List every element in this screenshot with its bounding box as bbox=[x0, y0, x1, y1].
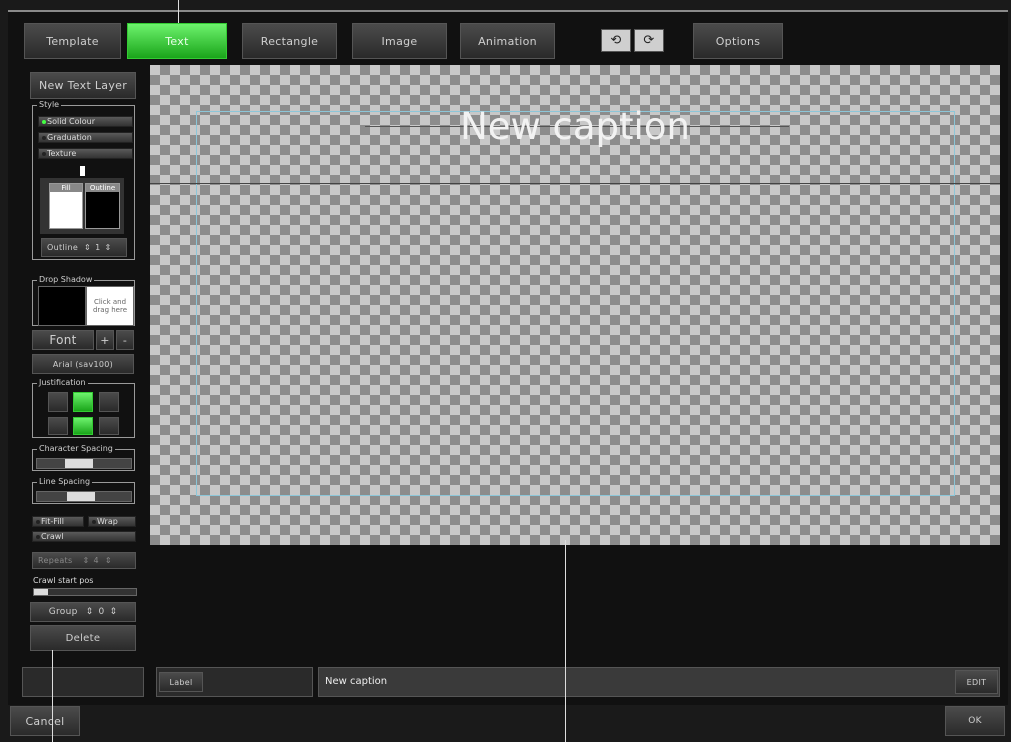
group-stepper[interactable]: Group ⇕ 0 ⇕ bbox=[30, 602, 136, 622]
ok-button[interactable]: OK bbox=[945, 706, 1005, 736]
tab-template[interactable]: Template bbox=[24, 23, 121, 59]
layer-name-field[interactable] bbox=[22, 667, 144, 697]
outline-value: 1 bbox=[95, 243, 101, 252]
radio-off-icon bbox=[42, 152, 46, 156]
fit-fill-toggle[interactable]: Fit-Fill bbox=[32, 516, 84, 527]
label-field[interactable]: Label bbox=[156, 667, 313, 697]
repeats-label: Repeats bbox=[38, 556, 73, 565]
slider-thumb[interactable] bbox=[65, 459, 93, 468]
font-name-display[interactable]: Arial (sav100) bbox=[32, 354, 134, 374]
tab-text[interactable]: Text bbox=[127, 23, 227, 59]
callout-leader-line bbox=[565, 540, 566, 742]
new-text-layer-button[interactable]: New Text Layer bbox=[30, 72, 136, 99]
crawl-start-pos-label: Crawl start pos bbox=[33, 576, 94, 585]
font-size-decrease-button[interactable]: - bbox=[116, 330, 134, 350]
radio-label: Texture bbox=[47, 149, 77, 158]
stepper-arrows-icon: ⇕ bbox=[109, 607, 118, 617]
stepper-arrows-icon: ⇕ bbox=[104, 556, 112, 565]
justify-middle-button[interactable] bbox=[73, 417, 93, 435]
delete-button[interactable]: Delete bbox=[30, 625, 136, 651]
style-solid-colour[interactable]: Solid Colour bbox=[38, 116, 133, 127]
outline-label: Outline bbox=[86, 184, 119, 192]
stepper-arrows-icon: ⇕ bbox=[85, 607, 94, 617]
caption-text-input[interactable]: New caption bbox=[318, 667, 1000, 697]
style-graduation[interactable]: Graduation bbox=[38, 132, 133, 143]
slider-thumb[interactable] bbox=[34, 589, 48, 595]
fill-colour-swatch[interactable]: Fill bbox=[49, 183, 83, 229]
shadow-drag-area[interactable]: Click and drag here bbox=[86, 286, 134, 326]
label-tag-button[interactable]: Label bbox=[159, 672, 203, 692]
line-spacing-title: Line Spacing bbox=[37, 476, 93, 488]
stepper-arrows-icon: ⇕ bbox=[104, 243, 112, 252]
callout-leader-line bbox=[52, 650, 53, 742]
justify-top-button[interactable] bbox=[48, 417, 68, 435]
character-spacing-slider[interactable] bbox=[36, 458, 132, 469]
fill-label: Fill bbox=[50, 184, 82, 192]
baseline-guide bbox=[150, 183, 1000, 184]
character-spacing-title: Character Spacing bbox=[37, 443, 115, 455]
style-texture[interactable]: Texture bbox=[38, 148, 133, 159]
cancel-button[interactable]: Cancel bbox=[10, 706, 80, 736]
radio-off-icon bbox=[92, 520, 96, 524]
radio-off-icon bbox=[36, 535, 40, 539]
redo-icon: ⟳ bbox=[643, 33, 655, 48]
caption-text[interactable]: New caption bbox=[150, 105, 1000, 148]
toggle-label: Fit-Fill bbox=[41, 517, 64, 526]
group-label: Group bbox=[48, 607, 78, 617]
undo-icon: ⟲ bbox=[610, 33, 622, 48]
options-button[interactable]: Options bbox=[693, 23, 783, 59]
justify-centre-button[interactable] bbox=[73, 392, 93, 412]
wrap-toggle[interactable]: Wrap bbox=[88, 516, 136, 527]
slider-thumb[interactable] bbox=[67, 492, 95, 501]
tab-rectangle[interactable]: Rectangle bbox=[242, 23, 337, 59]
line-spacing-slider[interactable] bbox=[36, 491, 132, 502]
justify-right-button[interactable] bbox=[99, 392, 119, 412]
radio-label: Graduation bbox=[47, 133, 92, 142]
caption-canvas[interactable]: New caption bbox=[150, 65, 1000, 545]
radio-on-icon bbox=[42, 120, 46, 124]
style-group-title: Style bbox=[37, 99, 62, 111]
repeats-stepper[interactable]: Repeats ⇕ 4 ⇕ bbox=[32, 552, 136, 569]
callout-leader-line bbox=[178, 0, 179, 23]
radio-off-icon bbox=[42, 136, 46, 140]
toggle-label: Crawl bbox=[41, 532, 64, 541]
shadow-colour-swatch[interactable] bbox=[38, 286, 86, 326]
outline-stepper[interactable]: Outline ⇕ 1 ⇕ bbox=[41, 238, 127, 257]
safe-area-guide bbox=[196, 111, 955, 496]
drop-shadow-title: Drop Shadow bbox=[37, 274, 95, 286]
toggle-label: Wrap bbox=[97, 517, 118, 526]
tab-image[interactable]: Image bbox=[352, 23, 447, 59]
outline-colour-swatch[interactable]: Outline bbox=[85, 183, 120, 229]
stepper-arrows-icon: ⇕ bbox=[84, 243, 92, 252]
tab-animation[interactable]: Animation bbox=[460, 23, 555, 59]
justify-bottom-button[interactable] bbox=[99, 417, 119, 435]
justify-left-button[interactable] bbox=[48, 392, 68, 412]
group-value: 0 bbox=[98, 607, 105, 617]
justification-title: Justification bbox=[37, 377, 88, 389]
outline-stepper-label: Outline bbox=[47, 243, 79, 252]
edit-button[interactable]: EDIT bbox=[955, 670, 998, 694]
app-window: Template Text Rectangle Image Animation … bbox=[0, 0, 1011, 742]
radio-off-icon bbox=[36, 520, 40, 524]
stepper-arrows-icon: ⇕ bbox=[82, 556, 90, 565]
redo-button[interactable]: ⟳ bbox=[634, 29, 664, 52]
repeats-value: 4 bbox=[93, 556, 99, 565]
crawl-toggle[interactable]: Crawl bbox=[32, 531, 136, 542]
undo-button[interactable]: ⟲ bbox=[601, 29, 631, 52]
font-size-increase-button[interactable]: + bbox=[96, 330, 114, 350]
font-button[interactable]: Font bbox=[32, 330, 94, 350]
texture-slider-handle[interactable] bbox=[80, 166, 85, 176]
crawl-start-slider[interactable] bbox=[33, 588, 137, 596]
radio-label: Solid Colour bbox=[47, 117, 95, 126]
